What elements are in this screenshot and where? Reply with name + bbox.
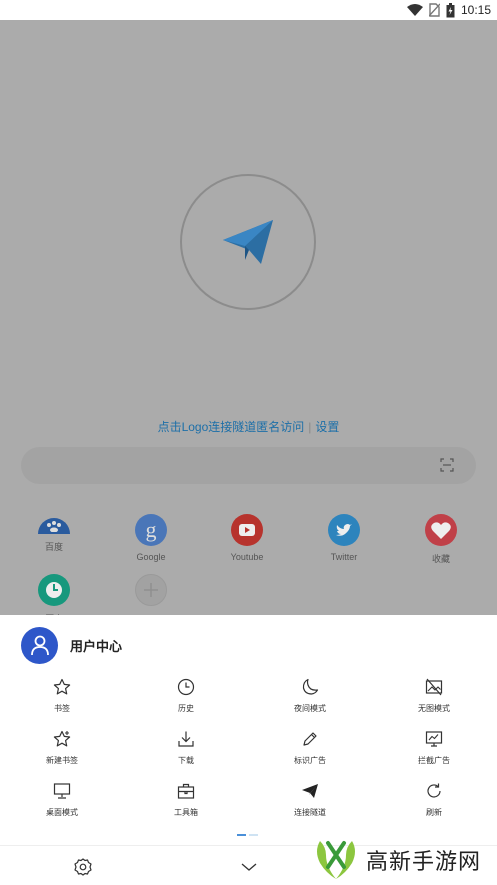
menu-bookmarks[interactable]: 书签 <box>0 676 124 714</box>
status-icons: 10:15 <box>406 2 491 18</box>
menu-desktop-mode[interactable]: 桌面模式 <box>0 780 124 818</box>
send-icon <box>302 784 318 798</box>
user-icon <box>30 635 49 655</box>
menu-mark-ads[interactable]: 标识广告 <box>248 728 372 766</box>
shortcut-history[interactable]: 历史 <box>19 574 89 615</box>
toolbox-icon <box>177 783 195 799</box>
menu-new-bookmark[interactable]: 新建书签 <box>0 728 124 766</box>
menu-label: 拦截广告 <box>418 756 450 765</box>
avatar <box>21 626 58 664</box>
moon-icon <box>302 678 319 695</box>
browser-home-dimmed: 点击Logo连接隧道匿名访问 | 设置 百度 g Google Youtube Tw… <box>0 20 497 615</box>
watermark-logo <box>317 841 355 879</box>
clock-icon <box>177 678 195 696</box>
shortcut-label: 收藏 <box>431 554 450 564</box>
twitter-bird-icon <box>328 514 360 546</box>
menu-label: 标识广告 <box>294 756 326 765</box>
tunnel-hint-link[interactable]: 点击Logo连接隧道匿名访问 <box>158 420 305 434</box>
menu-label: 新建书签 <box>46 756 78 765</box>
tunnel-logo-button[interactable] <box>180 174 316 310</box>
clock-icon <box>38 574 70 606</box>
tunnel-hint: 点击Logo连接隧道匿名访问 | 设置 <box>0 418 497 435</box>
shortcut-label: 百度 <box>44 542 63 552</box>
download-icon <box>178 731 194 747</box>
site-watermark: 高新手游网 <box>312 836 497 884</box>
search-bar[interactable] <box>21 447 476 484</box>
pencil-icon <box>303 732 317 746</box>
gear-icon <box>74 858 92 876</box>
shortcut-favorites[interactable]: 收藏 <box>406 514 476 565</box>
shortcut-google[interactable]: g Google <box>116 514 186 562</box>
desktop-icon <box>53 783 71 799</box>
page-dot-active <box>237 834 246 836</box>
shortcut-label: Twitter <box>330 552 358 562</box>
no-sim-icon <box>428 3 440 17</box>
chevron-down-icon <box>241 863 257 871</box>
shortcut-twitter[interactable]: Twitter <box>309 514 379 562</box>
settings-link[interactable]: 设置 <box>315 420 339 434</box>
shortcut-baidu[interactable]: 百度 <box>19 510 89 553</box>
menu-connect-tunnel[interactable]: 连接隧道 <box>248 780 372 818</box>
menu-history[interactable]: 历史 <box>124 676 248 714</box>
status-bar: 10:15 <box>0 0 497 20</box>
star-icon <box>53 678 71 695</box>
menu-label: 下载 <box>178 756 194 765</box>
refresh-icon <box>427 783 441 798</box>
menu-block-ads[interactable]: 拦截广告 <box>372 728 496 766</box>
heart-icon <box>425 514 457 546</box>
menu-toolbox[interactable]: 工具箱 <box>124 780 248 818</box>
youtube-play-icon <box>231 514 263 546</box>
menu-label: 刷新 <box>426 808 442 817</box>
google-g-icon: g <box>135 514 167 546</box>
menu-label: 书签 <box>54 704 70 713</box>
menu-refresh[interactable]: 刷新 <box>372 780 496 818</box>
clock-time: 10:15 <box>460 3 491 17</box>
paper-plane-icon <box>223 220 273 264</box>
settings-button[interactable] <box>72 856 94 878</box>
plus-icon <box>135 574 167 606</box>
menu-label: 无图模式 <box>418 704 450 713</box>
page-indicator <box>237 834 258 836</box>
shortcut-label: Google <box>136 552 166 562</box>
user-center-title: 用户中心 <box>70 639 123 655</box>
menu-label: 连接隧道 <box>294 808 326 817</box>
qr-scan-icon[interactable] <box>440 458 454 472</box>
menu-night-mode[interactable]: 夜间模式 <box>248 676 372 714</box>
hint-separator: | <box>308 420 312 434</box>
menu-label: 工具箱 <box>174 808 198 817</box>
baidu-paw-icon <box>38 518 70 534</box>
star-plus-icon <box>53 730 71 747</box>
menu-label: 夜间模式 <box>294 704 326 713</box>
menu-download[interactable]: 下载 <box>124 728 248 766</box>
shortcut-add[interactable] <box>116 574 186 606</box>
menu-no-image-mode[interactable]: 无图模式 <box>372 676 496 714</box>
battery-icon <box>446 2 455 17</box>
menu-label: 历史 <box>178 704 194 713</box>
user-center-row[interactable]: 用户中心 <box>21 626 122 664</box>
no-image-icon <box>425 678 443 696</box>
watermark-text: 高新手游网 <box>366 850 482 875</box>
page-dot <box>249 834 258 836</box>
collapse-button[interactable] <box>238 856 260 878</box>
shortcut-youtube[interactable]: Youtube <box>212 514 282 562</box>
block-ad-icon <box>425 731 443 747</box>
menu-label: 桌面模式 <box>46 808 78 817</box>
shortcut-label: Youtube <box>230 552 264 562</box>
wifi-icon <box>406 4 423 16</box>
